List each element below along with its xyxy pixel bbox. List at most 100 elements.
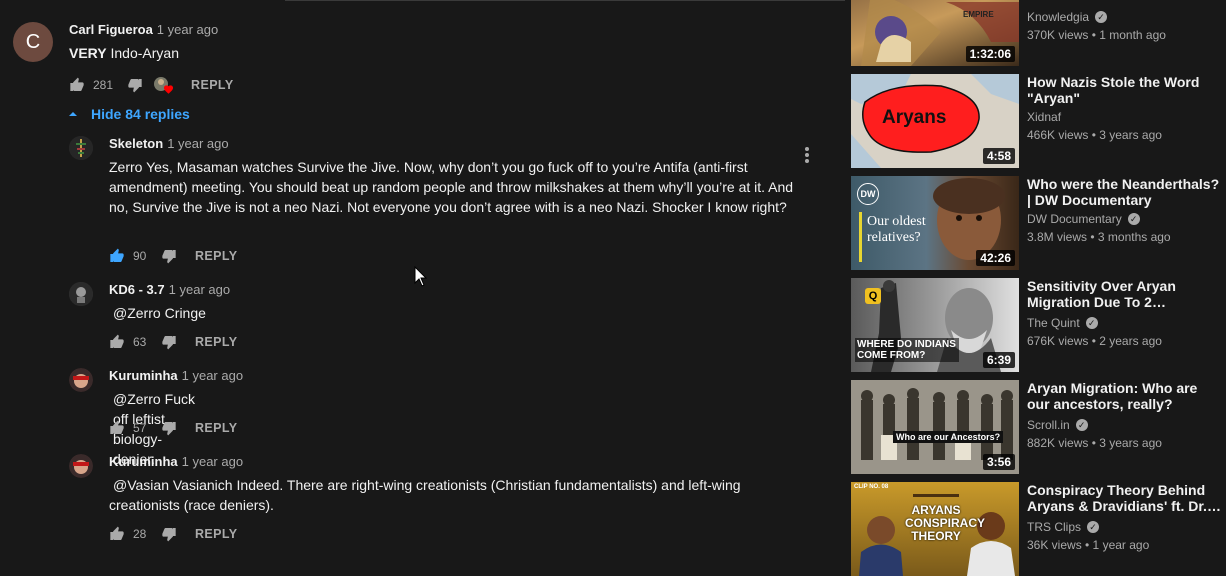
- comment-time[interactable]: 1 year ago: [167, 136, 228, 151]
- video-title[interactable]: Conspiracy Theory Behind Aryans & Dravid…: [1027, 482, 1222, 514]
- video-title[interactable]: Sensitivity Over Aryan Migration Due To …: [1027, 278, 1222, 310]
- video-thumbnail[interactable]: EMPIRE 1:32:06: [851, 0, 1019, 66]
- statue-avatar-icon: [69, 282, 93, 306]
- video-title[interactable]: Aryan Migration: Who are our ancestors, …: [1027, 380, 1222, 412]
- thumbs-up-icon[interactable]: [109, 526, 125, 542]
- comment-author[interactable]: Carl Figueroa: [69, 22, 153, 37]
- mention-link[interactable]: @Vasian Vasianich: [113, 477, 233, 493]
- like-count: 281: [93, 78, 114, 92]
- channel-logo: DW: [857, 183, 879, 205]
- comment-header: KD6 - 3.7 1 year ago: [109, 282, 230, 297]
- reply-button[interactable]: REPLY: [195, 527, 238, 541]
- comment-time[interactable]: 1 year ago: [182, 368, 243, 383]
- verified-check-icon: ✓: [1095, 11, 1108, 23]
- skeleton-avatar-icon: [69, 136, 93, 160]
- video-channel[interactable]: DW Documentary ✓: [1027, 212, 1140, 226]
- comment-time[interactable]: 1 year ago: [157, 22, 218, 37]
- video-views: 882K views • 3 years ago: [1027, 436, 1162, 450]
- thumbs-up-icon[interactable]: [109, 248, 125, 264]
- video-channel[interactable]: The Quint ✓: [1027, 316, 1098, 330]
- comment-header: Skeleton 1 year ago: [109, 136, 229, 151]
- video-thumbnail[interactable]: Q WHERE DO INDIANS COME FROM? 6:39: [851, 278, 1019, 372]
- more-actions-icon[interactable]: [800, 146, 814, 164]
- comment-text: Zerro Yes, Masaman watches Survive the J…: [109, 159, 794, 215]
- mention-link[interactable]: @Zerro: [113, 391, 161, 407]
- video-thumbnail[interactable]: CLIP NO. 08 ARYANS CONSPIRACY THEORY: [851, 482, 1019, 576]
- channel-name: The Quint: [1027, 316, 1080, 330]
- comment-author[interactable]: KD6 - 3.7: [109, 282, 165, 297]
- thumbs-down-icon[interactable]: [127, 77, 143, 93]
- like-count: 63: [133, 335, 147, 349]
- comment-author[interactable]: Skeleton: [109, 136, 163, 151]
- avatar[interactable]: [69, 368, 93, 392]
- thumbs-down-icon[interactable]: [161, 248, 177, 264]
- comment-actions: 90 REPLY: [109, 246, 238, 266]
- comment-text-body: Cringe: [164, 305, 206, 321]
- related-video[interactable]: Aryans 4:58 How Nazis Stole the Word "Ar…: [851, 74, 1226, 168]
- reply-button[interactable]: REPLY: [195, 421, 238, 435]
- video-title[interactable]: How Nazis Stole the Word "Aryan": [1027, 74, 1222, 106]
- avatar[interactable]: [69, 136, 93, 160]
- reply-button[interactable]: REPLY: [195, 335, 238, 349]
- video-views: 370K views • 1 month ago: [1027, 28, 1166, 42]
- verified-check-icon: ✓: [1085, 317, 1098, 329]
- video-title[interactable]: Who were the Neanderthals? | DW Document…: [1027, 176, 1222, 208]
- avatar[interactable]: [69, 454, 93, 478]
- thumbnail-caption: Who are our Ancestors?: [893, 431, 1004, 443]
- comment-actions: 281 REPLY: [69, 75, 234, 95]
- like-count: 28: [133, 527, 147, 541]
- related-video[interactable]: EMPIRE 1:32:06 Knowledgia ✓ 370K views • …: [851, 0, 1226, 66]
- thumbs-down-icon[interactable]: [161, 420, 177, 436]
- thumbs-down-icon[interactable]: [161, 334, 177, 350]
- video-channel[interactable]: TRS Clips ✓: [1027, 520, 1100, 534]
- reply-button[interactable]: REPLY: [191, 78, 234, 92]
- related-video[interactable]: DW Our oldest relatives? 42:26 Who were …: [851, 176, 1226, 270]
- comment-author[interactable]: Kuruminha: [109, 368, 178, 383]
- video-thumbnail[interactable]: Aryans 4:58: [851, 74, 1019, 168]
- mention-link[interactable]: @Zerro: [113, 305, 161, 321]
- comment-actions: 57 REPLY: [109, 418, 238, 438]
- video-channel[interactable]: Scroll.in ✓: [1027, 418, 1088, 432]
- video-duration: 6:39: [982, 352, 1015, 368]
- thumbs-down-icon[interactable]: [161, 526, 177, 542]
- channel-name: DW Documentary: [1027, 212, 1122, 226]
- comment-text: @Vasian Vasianich Indeed. There are right…: [109, 475, 789, 515]
- avatar-letter: C: [25, 30, 41, 53]
- video-thumbnail[interactable]: Who are our Ancestors? 3:56: [851, 380, 1019, 474]
- comment-header: Carl Figueroa 1 year ago: [69, 22, 218, 37]
- thumbs-up-icon[interactable]: [69, 77, 85, 93]
- related-videos-sidebar: EMPIRE 1:32:06 Knowledgia ✓ 370K views • …: [851, 0, 1226, 576]
- creator-heart-icon: [153, 76, 174, 94]
- avatar[interactable]: C: [13, 22, 53, 62]
- related-video[interactable]: CLIP NO. 08 ARYANS CONSPIRACY THEORY Con…: [851, 482, 1226, 576]
- hide-replies-button[interactable]: Hide 84 replies: [68, 106, 190, 122]
- channel-logo: Q: [865, 288, 881, 304]
- video-duration: 4:58: [982, 148, 1015, 164]
- verified-check-icon: ✓: [1087, 521, 1100, 533]
- comment-actions: 28 REPLY: [109, 524, 238, 544]
- comment-time[interactable]: 1 year ago: [169, 282, 230, 297]
- avatar[interactable]: [69, 282, 93, 306]
- thumbnail-caption: EMPIRE: [963, 10, 994, 19]
- comment-header: Kuruminha 1 year ago: [109, 454, 243, 469]
- video-channel[interactable]: Xidnaf: [1027, 110, 1061, 124]
- video-duration: 42:26: [976, 250, 1015, 266]
- video-views: 3.8M views • 3 months ago: [1027, 230, 1171, 244]
- thumbnail-caption: WHERE DO INDIANS COME FROM?: [855, 338, 959, 362]
- related-video[interactable]: Q WHERE DO INDIANS COME FROM? 6:39 Sensi…: [851, 278, 1226, 372]
- video-thumbnail[interactable]: DW Our oldest relatives? 42:26: [851, 176, 1019, 270]
- thumbnail-caption: ARYANS CONSPIRACY THEORY: [905, 503, 986, 543]
- comment-author[interactable]: Kuruminha: [109, 454, 178, 469]
- thumbnail-caption: Aryans: [882, 107, 947, 128]
- comment-time[interactable]: 1 year ago: [182, 454, 243, 469]
- channel-name: Knowledgia: [1027, 10, 1090, 24]
- thumbs-up-icon[interactable]: [109, 420, 125, 436]
- related-video[interactable]: Who are our Ancestors? 3:56 Aryan Migrat…: [851, 380, 1226, 474]
- verified-check-icon: ✓: [1127, 213, 1140, 225]
- reply-button[interactable]: REPLY: [195, 249, 238, 263]
- video-duration: 3:56: [982, 454, 1015, 470]
- thumbs-up-icon[interactable]: [109, 334, 125, 350]
- channel-name: TRS Clips: [1027, 520, 1082, 534]
- video-channel[interactable]: Knowledgia ✓: [1027, 10, 1108, 24]
- masked-avatar-icon: [69, 368, 93, 392]
